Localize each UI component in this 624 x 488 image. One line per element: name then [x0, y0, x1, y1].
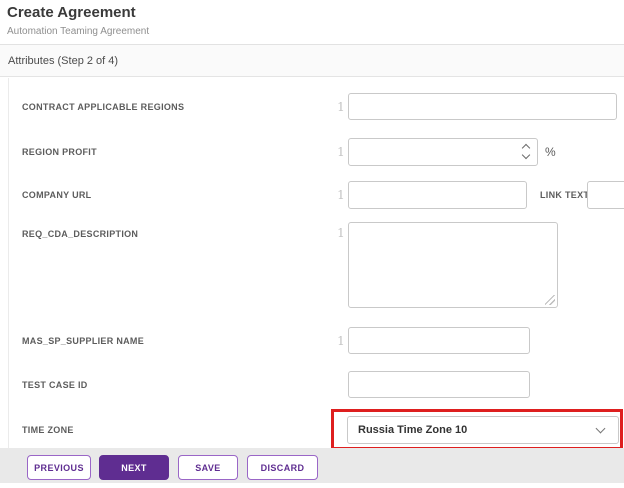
- content-left-border: [8, 78, 9, 448]
- time-zone-label: TIME ZONE: [22, 425, 74, 435]
- req-cda-description-textarea[interactable]: [348, 222, 558, 308]
- contract-applicable-regions-input[interactable]: [348, 93, 617, 120]
- field-indicator-icon: 1: [337, 333, 345, 348]
- region-profit-label: REGION PROFIT: [22, 147, 97, 157]
- mas-sp-supplier-name-label: MAS_SP_SUPPLIER NAME: [22, 335, 145, 346]
- previous-button[interactable]: PREVIOUS: [27, 455, 91, 480]
- section-step-title: Attributes (Step 2 of 4): [8, 54, 119, 67]
- save-button[interactable]: SAVE: [178, 455, 238, 480]
- next-button[interactable]: NEXT: [99, 455, 169, 480]
- link-text-label: LINK TEXT: [540, 190, 590, 200]
- chevron-down-icon: [595, 423, 606, 434]
- discard-button[interactable]: DISCARD: [247, 455, 318, 480]
- create-agreement-page: Create Agreement Automation Teaming Agre…: [0, 0, 624, 488]
- company-url-label: COMPANY URL: [22, 190, 92, 200]
- contract-applicable-regions-label: CONTRACT APPLICABLE REGIONS: [22, 101, 185, 112]
- req-cda-description-label: REQ_CDA_DESCRIPTION: [22, 229, 139, 239]
- page-subtitle: Automation Teaming Agreement: [7, 26, 150, 37]
- attributes-section-header: Attributes (Step 2 of 4): [0, 45, 624, 77]
- time-zone-select[interactable]: Russia Time Zone 10: [347, 416, 619, 444]
- field-indicator-icon: 1: [337, 188, 345, 202]
- link-text-input[interactable]: [587, 181, 624, 209]
- page-title: Create Agreement: [7, 4, 136, 21]
- spinner-down-icon[interactable]: [521, 150, 531, 160]
- region-profit-input[interactable]: [348, 138, 538, 166]
- time-zone-selected-value: Russia Time Zone 10: [358, 424, 468, 436]
- company-url-input[interactable]: [348, 181, 527, 209]
- mas-sp-supplier-name-input[interactable]: [348, 327, 530, 354]
- field-indicator-icon: 1: [337, 99, 345, 114]
- textarea-resize-handle-icon[interactable]: [545, 295, 555, 305]
- percent-suffix: %: [545, 145, 556, 159]
- field-indicator-icon: 1: [337, 226, 345, 240]
- region-profit-stepper[interactable]: [520, 143, 532, 161]
- test-case-id-input[interactable]: [348, 371, 530, 398]
- field-indicator-icon: 1: [337, 145, 345, 159]
- test-case-id-label: TEST CASE ID: [22, 379, 88, 390]
